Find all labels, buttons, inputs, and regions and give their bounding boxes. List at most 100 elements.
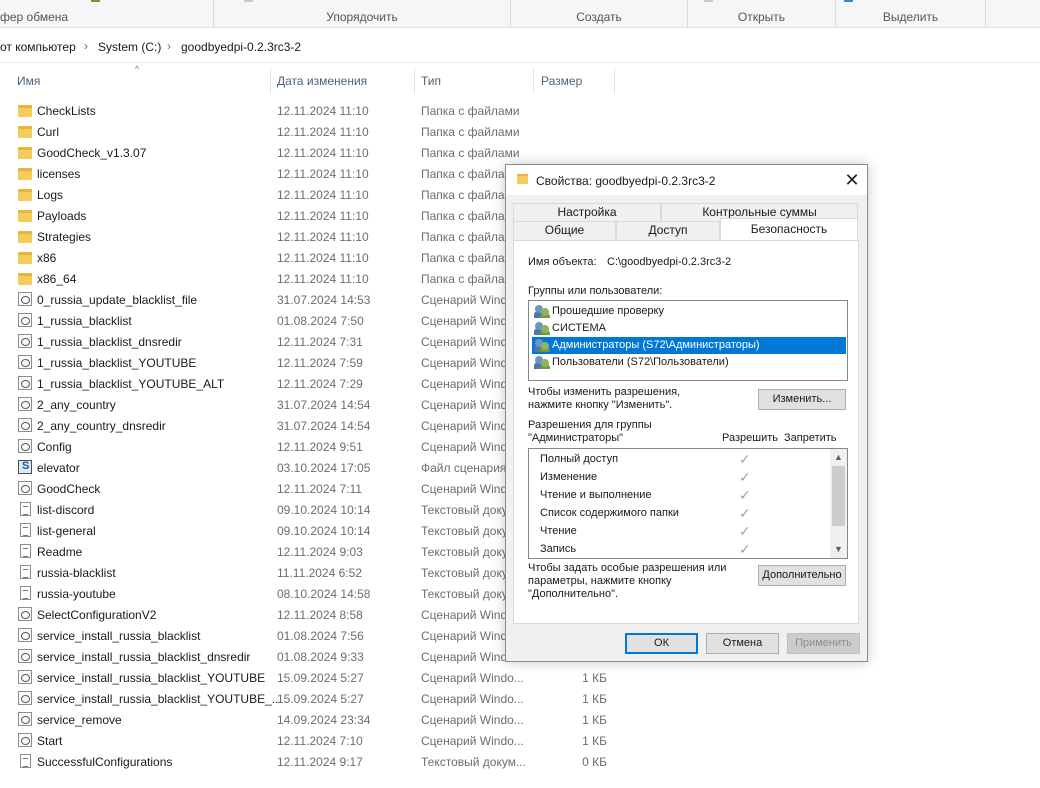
column-divider[interactable] <box>614 68 615 94</box>
group-list-item[interactable]: Пользователи (S72\Пользователи) <box>532 354 846 371</box>
file-type: Сценарий Windo... <box>421 734 524 748</box>
permissions-for-line-2: "Администраторы" <box>528 432 624 444</box>
object-name-value: C:\goodbyedpi-0.2.3rc3-2 <box>607 256 732 268</box>
file-size: 1 КБ <box>582 734 607 748</box>
file-name: x86 <box>37 251 57 265</box>
tab-general[interactable]: Общие <box>513 221 616 239</box>
file-name: russia-youtube <box>37 587 116 601</box>
ribbon-group-select[interactable]: Выделить <box>836 0 986 28</box>
allow-check-icon: ✓ <box>739 505 751 521</box>
properties-icon <box>704 0 713 2</box>
file-date: 12.11.2024 8:58 <box>277 608 363 622</box>
tab-customize[interactable]: Настройка <box>513 203 661 221</box>
column-header-date[interactable]: Дата изменения <box>277 74 367 90</box>
column-divider[interactable] <box>414 68 415 94</box>
file-name: service_install_russia_blacklist <box>37 629 201 643</box>
move-icon <box>244 0 253 2</box>
file-name: Start <box>37 734 63 748</box>
change-button[interactable]: Изменить... <box>758 389 846 410</box>
breadcrumb-separator-icon[interactable]: › <box>167 39 171 53</box>
file-row[interactable]: service_remove 14.09.2024 23:34 Сценарий W… <box>0 709 620 730</box>
file-name: Readme <box>37 545 83 559</box>
group-list-item[interactable]: Прошедшие проверку <box>532 303 846 320</box>
file-row[interactable]: CheckLists 12.11.2024 11:10 Папка с файлам… <box>0 100 620 121</box>
file-name: SuccessfulConfigurations <box>37 755 173 769</box>
file-date: 12.11.2024 7:31 <box>277 335 363 349</box>
tab-sharing[interactable]: Доступ <box>616 221 720 239</box>
folder-icon <box>18 126 32 138</box>
column-header-size[interactable]: Размер <box>541 74 582 90</box>
column-divider[interactable] <box>533 68 534 94</box>
group-list-item[interactable]: Администраторы (S72\Администраторы) <box>532 337 846 354</box>
file-name: GoodCheck <box>37 482 101 496</box>
file-type: Папка с файлами <box>421 125 520 139</box>
wsf-icon <box>18 460 32 474</box>
file-row[interactable]: GoodCheck_v1.3.07 12.11.2024 11:10 Папка с… <box>0 142 620 163</box>
advanced-button[interactable]: Дополнительно <box>758 565 846 586</box>
file-type: Сценарий Windo... <box>421 671 524 685</box>
scroll-up-icon[interactable]: ▲ <box>830 449 847 466</box>
script-icon <box>18 607 32 621</box>
file-date: 09.10.2024 10:14 <box>277 503 371 517</box>
breadcrumb-this-pc[interactable]: от компьютер <box>0 40 76 54</box>
file-row[interactable]: Start 12.11.2024 7:10 Сценарий Windo... 1 К… <box>0 730 620 751</box>
text-file-icon <box>20 502 31 516</box>
scrollbar-thumb[interactable] <box>832 466 845 526</box>
permission-name: Запись <box>540 543 577 555</box>
file-name: 2_any_country_dnsredir <box>37 419 166 433</box>
ribbon-group-open[interactable]: Открыть <box>688 0 836 28</box>
breadcrumb-current-folder[interactable]: goodbyedpi-0.2.3rc3-2 <box>181 40 301 54</box>
script-icon <box>18 691 32 705</box>
script-icon <box>18 481 32 495</box>
file-name: service_install_russia_blacklist_YOUTUBE… <box>37 692 282 706</box>
permissions-list[interactable]: Полный доступ ✓ Изменение ✓ Чтение и выполне… <box>528 448 848 559</box>
breadcrumb-system-c[interactable]: System (C:) <box>98 40 161 54</box>
permissions-for-line-1: Разрешения для группы <box>528 419 652 431</box>
address-bar[interactable]: от компьютер › System (C:) › goodbyedpi-… <box>0 33 1040 61</box>
apply-button[interactable]: Применить <box>787 633 860 654</box>
file-name: Payloads <box>37 209 87 223</box>
permission-row: Запись ✓ <box>529 540 831 558</box>
dialog-title-bar[interactable]: Свойства: goodbyedpi-0.2.3rc3-2 ✕ <box>506 165 867 195</box>
column-header-type[interactable]: Тип <box>421 74 441 90</box>
column-divider[interactable] <box>270 68 271 94</box>
script-icon <box>18 628 32 642</box>
allow-check-icon: ✓ <box>739 469 751 485</box>
file-name: service_remove <box>37 713 122 727</box>
file-date: 31.07.2024 14:54 <box>277 419 371 433</box>
file-type: Папка с файлами <box>421 146 520 160</box>
group-list-item[interactable]: СИСТЕМА <box>532 320 846 337</box>
file-row[interactable]: SuccessfulConfigurations 12.11.2024 9:17 Т… <box>0 751 620 772</box>
breadcrumb-separator-icon[interactable]: › <box>84 39 88 53</box>
file-date: 03.10.2024 17:05 <box>277 461 371 475</box>
permission-row: Полный доступ ✓ <box>529 450 831 468</box>
file-date: 15.09.2024 5:27 <box>277 671 364 685</box>
permissions-scrollbar[interactable]: ▲ ▼ <box>830 449 847 558</box>
tab-security[interactable]: Безопасность <box>720 218 858 240</box>
file-type: Сценарий Windo... <box>421 713 524 727</box>
file-row[interactable]: service_install_russia_blacklist_YOUTUBE… <box>0 688 620 709</box>
file-date: 31.07.2024 14:53 <box>277 293 371 307</box>
ribbon-group-label: Выделить <box>882 10 939 24</box>
ribbon-group-clipboard[interactable]: фер обмена <box>0 0 214 28</box>
ribbon-group-new[interactable]: Создать <box>511 0 688 28</box>
column-header-name[interactable]: Имя <box>17 74 40 90</box>
scroll-down-icon[interactable]: ▼ <box>830 541 847 558</box>
file-row[interactable]: service_install_russia_blacklist_YOUTUBE… <box>0 667 620 688</box>
file-name: CheckLists <box>37 104 96 118</box>
close-icon[interactable]: ✕ <box>837 165 867 195</box>
ribbon-group-organize[interactable]: Упорядочить <box>214 0 511 28</box>
file-name: service_install_russia_blacklist_YOUTUBE <box>37 671 266 685</box>
folder-icon <box>18 105 32 117</box>
groups-listbox[interactable]: Прошедшие проверку СИСТЕМА Администраторы … <box>528 300 848 381</box>
file-row[interactable]: Curl 12.11.2024 11:10 Папка с файлами <box>0 121 620 142</box>
permission-row: Чтение ✓ <box>529 522 831 540</box>
folder-icon <box>18 231 32 243</box>
allow-check-icon: ✓ <box>739 487 751 503</box>
script-icon <box>18 733 32 747</box>
ok-button[interactable]: ОК <box>625 633 698 654</box>
script-icon <box>18 397 32 411</box>
cancel-button[interactable]: Отмена <box>706 633 779 654</box>
change-hint-line-1: Чтобы изменить разрешения, <box>528 386 681 398</box>
dialog-title: Свойства: goodbyedpi-0.2.3rc3-2 <box>536 174 716 188</box>
